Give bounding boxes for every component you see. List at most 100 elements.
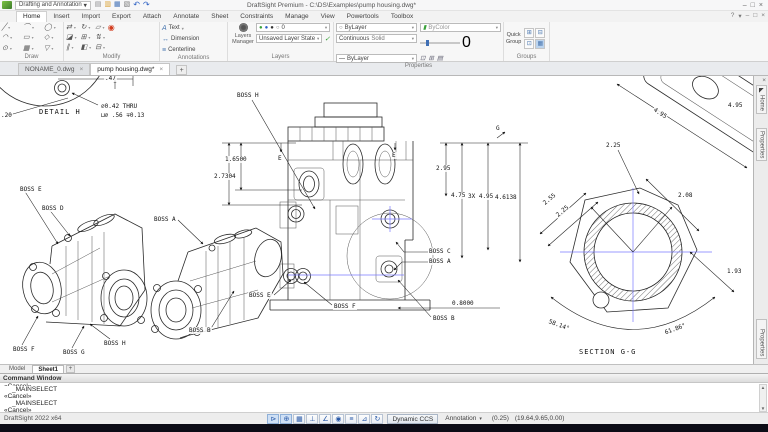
tab-sheet[interactable]: Sheet: [205, 12, 234, 22]
close-button[interactable]: ×: [759, 2, 763, 9]
workspace-selector[interactable]: Drafting and Annotation ▾: [15, 1, 91, 10]
fill-style-value: Solid: [371, 36, 384, 42]
esnap-toggle[interactable]: ◉: [332, 414, 344, 424]
doc-tab-pump-housing[interactable]: pump housing.dwg* ×: [90, 63, 170, 75]
dynamic-ccs-button[interactable]: Dynamic CCS: [387, 414, 438, 424]
command-line: «Cancel»: [4, 407, 768, 413]
sheet-tab-sheet1[interactable]: Sheet1: [32, 365, 64, 373]
panel-tab-properties-bottom[interactable]: Properties: [756, 319, 767, 359]
polygon-tool-icon[interactable]: ◇ ▾: [44, 33, 61, 43]
group-tool-icon[interactable]: ⊞: [524, 28, 534, 38]
quick-group-button[interactable]: Quick Group: [506, 32, 521, 45]
print-icon[interactable]: ▧: [124, 1, 131, 9]
explode-tool-icon[interactable]: ⊟ ▾: [95, 43, 106, 53]
pattern-tool-icon[interactable]: ◉: [108, 23, 115, 33]
ribbon-window-controls: ? ▾ – □ ×: [731, 12, 765, 20]
minimize-button[interactable]: –: [743, 2, 747, 9]
tab-constraints[interactable]: Constraints: [234, 12, 279, 22]
ortho-toggle[interactable]: ⊥: [306, 414, 318, 424]
doc-restore-button[interactable]: □: [753, 12, 757, 20]
move-tool-icon[interactable]: ⇄ ▾: [66, 23, 77, 33]
close-icon[interactable]: ×: [80, 66, 84, 73]
layers-manager-button[interactable]: Layers Manager: [230, 23, 256, 45]
ungroup-tool-icon[interactable]: ⊟: [535, 28, 545, 38]
help-icon[interactable]: ?: [731, 12, 735, 20]
doc-close-button[interactable]: ×: [761, 12, 765, 20]
sheet-tab-model[interactable]: Model: [4, 365, 30, 373]
layer-select[interactable]: ● ● ● ○ 0 ▾: [256, 23, 330, 32]
new-file-icon[interactable]: ▤: [95, 1, 102, 9]
line-tool-icon[interactable]: ╱ ▾: [2, 23, 19, 33]
line-style-select[interactable]: Continuous Solid ▾: [336, 34, 417, 43]
ellipse-tool-icon[interactable]: ◠ ▾: [2, 33, 19, 43]
tab-home[interactable]: Home: [16, 11, 47, 22]
panel-tab-home[interactable]: Home: [756, 85, 767, 114]
doc-tab-noname[interactable]: NONAME_0.dwg ×: [18, 63, 90, 75]
dimension-button[interactable]: ↔ Dimension: [162, 34, 199, 44]
doc-minimize-button[interactable]: –: [746, 12, 750, 20]
trim-tool-icon[interactable]: ◪ ▾: [66, 33, 77, 43]
group-manager-tool-icon[interactable]: ▦: [535, 39, 545, 49]
undo-icon[interactable]: ↶: [133, 1, 140, 9]
line-weight-select[interactable]: — ByLayer ▾: [336, 54, 417, 63]
hatch-color-select[interactable]: ▮ ByColor ▾: [420, 23, 501, 32]
properties-panel-icon[interactable]: ⊞: [428, 54, 433, 62]
tab-manage[interactable]: Manage: [279, 12, 315, 22]
dynamic-input-toggle[interactable]: ↻: [371, 414, 383, 424]
scale-tool-icon[interactable]: ⊞ ▾: [81, 33, 92, 43]
boss-label: BOSS C: [428, 248, 452, 255]
tab-insert[interactable]: Insert: [47, 12, 75, 22]
point-tool-icon[interactable]: ⊙ ▾: [2, 44, 19, 54]
centerline-button[interactable]: ≡ Centerline: [162, 45, 195, 55]
tab-toolbox[interactable]: Toolbox: [385, 12, 419, 22]
spline-tool-icon[interactable]: ▽ ▾: [44, 44, 61, 54]
tab-import[interactable]: Import: [76, 12, 106, 22]
line-color-select[interactable]: ○ ByLayer ▾: [336, 23, 417, 32]
group-label-modify: Modify: [66, 54, 157, 61]
new-doc-tab-button[interactable]: +: [176, 65, 187, 75]
panel-tab-properties-top[interactable]: Properties: [756, 128, 767, 161]
circle-tool-icon[interactable]: ◯ ▾: [44, 23, 61, 33]
close-icon[interactable]: ×: [159, 66, 163, 73]
redo-icon[interactable]: ↷: [143, 1, 150, 9]
match-properties-icon[interactable]: ⊡: [420, 54, 425, 62]
mirror-tool-icon[interactable]: ⇅ ▾: [95, 33, 106, 43]
tab-powertools[interactable]: Powertools: [341, 12, 385, 22]
hatch-tool-icon[interactable]: ▦ ▾: [23, 44, 40, 54]
lineweight-toggle[interactable]: ⊿: [358, 414, 370, 424]
tab-export[interactable]: Export: [106, 12, 137, 22]
polar-toggle[interactable]: ∠: [319, 414, 331, 424]
grid-toggle[interactable]: ▦: [293, 414, 305, 424]
add-sheet-button[interactable]: +: [66, 365, 75, 373]
arc-tool-icon[interactable]: ⌒ ▾: [23, 23, 40, 33]
open-file-icon[interactable]: ▥: [104, 1, 111, 9]
transparency-slider[interactable]: 0: [420, 34, 501, 52]
chevron-down-icon[interactable]: ▾: [738, 12, 741, 20]
maximize-button[interactable]: □: [751, 2, 755, 9]
command-window[interactable]: Command Window «Cancel» _MAINSELECT «Can…: [0, 373, 768, 412]
command-scrollbar[interactable]: ▲ ▼: [759, 384, 767, 412]
etrack-toggle[interactable]: ≡: [345, 414, 357, 424]
drawing-canvas[interactable]: .20 .47 DETAIL H ⌀0.42 THRU ⊔⌀ .56 ∓0.13…: [0, 76, 768, 364]
tab-attach[interactable]: Attach: [137, 12, 167, 22]
edit-group-tool-icon[interactable]: ⊡: [524, 39, 534, 49]
rectangle-tool-icon[interactable]: ▭ ▾: [23, 33, 40, 43]
snap-toggle[interactable]: ⊕: [280, 414, 292, 424]
annotation-scale-select[interactable]: Annotation ▾: [441, 414, 486, 424]
layer-state-select[interactable]: Unsaved Layer State ▾: [256, 34, 322, 43]
copy-tool-icon[interactable]: ▱ ▾: [95, 23, 106, 33]
close-icon[interactable]: ×: [762, 77, 766, 84]
text-button[interactable]: A Text ▾: [162, 23, 184, 33]
slider-thumb[interactable]: [426, 40, 429, 46]
scroll-up-icon[interactable]: ▲: [761, 385, 765, 390]
save-icon[interactable]: ▦: [114, 1, 121, 9]
offset-tool-icon[interactable]: ∥ ▾: [66, 43, 77, 53]
selection-filter-toggle[interactable]: ⊳: [267, 414, 279, 424]
tab-view[interactable]: View: [315, 12, 341, 22]
rotate-tool-icon[interactable]: ↻ ▾: [81, 23, 92, 33]
tab-annotate[interactable]: Annotate: [167, 12, 205, 22]
scroll-down-icon[interactable]: ▼: [761, 406, 765, 411]
stretch-tool-icon[interactable]: ◧ ▾: [81, 43, 92, 53]
copy-properties-icon[interactable]: ▤: [437, 54, 443, 62]
point-glyph: ⊙: [2, 45, 8, 52]
